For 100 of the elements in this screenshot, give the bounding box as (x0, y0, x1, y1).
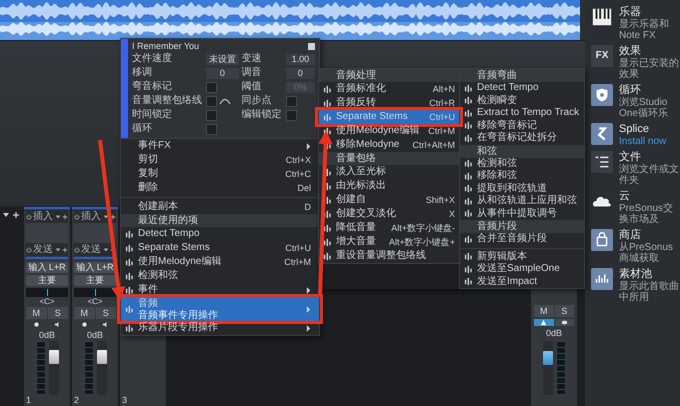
plus-icon[interactable] (110, 214, 116, 220)
menu-item[interactable]: 从事件中提取调号 (460, 208, 584, 220)
caret-icon[interactable] (103, 214, 109, 220)
menu-item[interactable]: 创建副本 D (121, 200, 319, 214)
caret-icon[interactable] (2, 211, 10, 219)
record-icon[interactable] (33, 321, 40, 328)
menu-item[interactable]: 事件FX (121, 139, 319, 153)
menu-item[interactable]: 乐器片段专用操作 (121, 321, 319, 335)
menu-item[interactable]: 淡入至光标 (319, 165, 459, 179)
power-icon[interactable] (26, 246, 32, 252)
input-select-button[interactable]: 输入 L+R (74, 262, 116, 273)
browser-item[interactable]: 循环 浏览Studio One循环乐 (591, 84, 680, 119)
checkbox[interactable] (286, 96, 297, 106)
checkbox[interactable] (206, 96, 218, 106)
menu-item[interactable]: 音频反转 Ctrl+R (319, 96, 459, 110)
speaker-icon[interactable] (102, 321, 109, 328)
power-icon[interactable] (74, 246, 80, 252)
menu-item[interactable]: 重设音量调整包络线 (319, 249, 459, 263)
browser-item[interactable]: 云 PreSonus交换市场及 (591, 190, 680, 225)
menu-item[interactable]: 提取到和弦轨道 (460, 182, 584, 195)
curve-icon[interactable] (219, 97, 232, 105)
menu-item[interactable]: Separate Stems Ctrl+U (121, 241, 319, 255)
menu-item[interactable]: 音频标准化 Alt+N (319, 82, 459, 96)
fader-handle[interactable] (542, 350, 552, 365)
menu-item[interactable]: Detect Tempo (460, 82, 584, 94)
menu-item[interactable]: 检测和弦 (121, 269, 319, 283)
checkbox[interactable] (206, 124, 218, 134)
menu-item[interactable]: Detect Tempo (121, 227, 319, 241)
pan-control[interactable] (74, 288, 116, 297)
shortcut-label: Alt+N (432, 83, 455, 95)
plus-icon[interactable] (12, 211, 20, 219)
property-value-field[interactable]: 未设置 (206, 54, 238, 64)
shortcut-label: Alt+数字小键盘+ (388, 236, 455, 248)
checkbox[interactable] (206, 110, 218, 120)
output-select-button[interactable]: 主要 (26, 275, 68, 286)
install-link[interactable]: Install now (619, 136, 680, 147)
channel-number: 1 (26, 395, 32, 406)
menu-item[interactable]: 从和弦轨道上应用和弦 (460, 195, 584, 208)
browser-item[interactable]: 乐器 显示乐器和Note FX (591, 6, 680, 41)
menu-item[interactable]: 降低音量 Alt+数字小键盘- (319, 221, 459, 235)
solo-button[interactable]: S (554, 305, 574, 317)
input-select-button[interactable]: 输入 L+R (26, 262, 68, 273)
bars-icon (464, 264, 473, 274)
menu-item[interactable]: 移除和弦 (460, 170, 584, 182)
send-label: 发送 (81, 244, 102, 256)
solo-button[interactable]: S (96, 307, 116, 319)
insert-slot[interactable] (74, 223, 116, 243)
mute-button[interactable]: M (74, 307, 94, 319)
menu-item[interactable]: 复制 Ctrl+C (121, 167, 319, 181)
menu-item[interactable]: 由光标淡出 (319, 179, 459, 193)
caret-icon[interactable] (55, 246, 61, 252)
property-value-field[interactable]: 0 (286, 68, 315, 78)
menu-item[interactable]: 增大音量 Alt+数字小键盘+ (319, 235, 459, 249)
square-icon[interactable] (308, 42, 315, 50)
menu-item-label: 移除和弦 (477, 170, 518, 182)
output-select-button[interactable]: 主要 (74, 275, 116, 286)
property-value-field[interactable]: 1.00 (286, 54, 315, 64)
checkbox[interactable] (206, 82, 218, 92)
fader-handle[interactable] (48, 350, 58, 364)
menu-section-header: 和弦 (460, 144, 584, 158)
menu-item[interactable]: 使用Melodyne编辑 Ctrl+M (121, 255, 319, 269)
menu-item[interactable]: 发送至Impact (460, 276, 584, 288)
menu-item[interactable]: 合并至音频片段 (460, 233, 584, 246)
input-mode-button[interactable] (554, 319, 574, 326)
menu-item[interactable]: 创建自 Shift+X (319, 193, 459, 207)
submenu-arrow-icon (306, 324, 311, 332)
menu-item[interactable]: 创建交叉淡化 X (319, 207, 459, 221)
menu-item[interactable]: 检测瞬变 (460, 94, 584, 107)
plus-icon[interactable] (62, 214, 68, 220)
property-value-field[interactable]: 0 (206, 68, 238, 78)
menu-item-label: 事件FX (138, 140, 172, 152)
menu-item[interactable]: 发送至SampleOne (460, 263, 584, 276)
menu-item-label: 乐器片段专用操作 (138, 322, 219, 334)
speaker-icon[interactable] (54, 321, 61, 328)
send-label: 发送 (33, 244, 54, 256)
menu-item[interactable]: 新剪辑版本 (460, 250, 584, 263)
bars-icon (323, 252, 332, 260)
power-icon[interactable] (26, 214, 32, 220)
fader-handle[interactable] (96, 350, 106, 364)
caret-icon[interactable] (103, 246, 109, 252)
mute-button[interactable]: M (534, 305, 554, 317)
browser-item[interactable]: 素材池 显示此首歌曲中所用 (591, 268, 680, 303)
checkbox[interactable] (286, 110, 297, 120)
menu-item[interactable]: 在弯音标记处拆分 (460, 132, 584, 144)
record-icon[interactable] (81, 321, 88, 328)
mute-button[interactable]: M (26, 307, 46, 319)
menu-section-header: 音频弯曲 (460, 69, 584, 82)
caret-icon[interactable] (55, 214, 61, 220)
browser-item[interactable]: 商店 从PreSonus商城获取 (591, 229, 680, 264)
browser-item[interactable]: 文件 浏览文件或文件夹 (591, 151, 680, 186)
menu-item[interactable]: 删除 Del (121, 181, 319, 195)
menu-item[interactable]: 检测和弦 (460, 158, 584, 170)
menu-item[interactable]: 移除弯音标记 (460, 120, 584, 132)
menu-item[interactable]: 剪切 Ctrl+X (121, 153, 319, 167)
power-icon[interactable] (74, 214, 80, 220)
browser-item[interactable]: Splice Install now (591, 123, 680, 147)
menu-item[interactable]: Extract to Tempo Track (460, 107, 584, 120)
menu-item[interactable]: 事件 (121, 283, 319, 297)
solo-button[interactable]: S (48, 307, 68, 319)
plus-icon[interactable] (62, 246, 68, 252)
